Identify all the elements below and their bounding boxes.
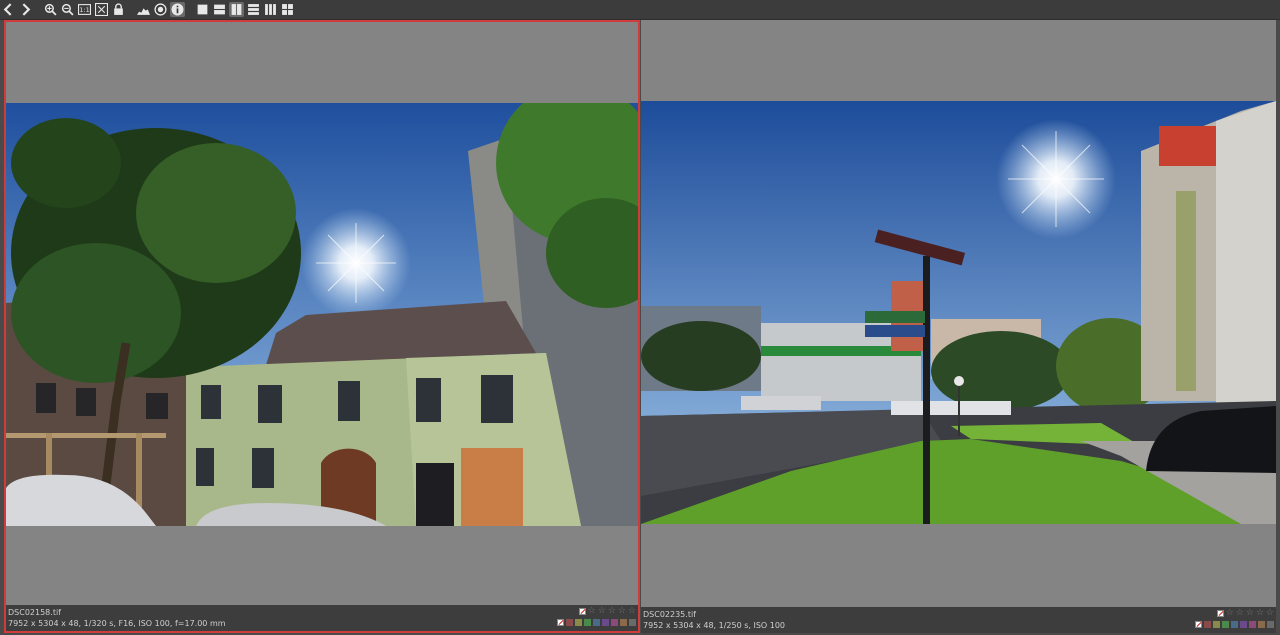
color-label-swatch[interactable] <box>602 619 609 626</box>
star-icon[interactable]: ☆ <box>1226 609 1234 618</box>
color-label-swatch[interactable] <box>620 619 627 626</box>
star-icon[interactable]: ☆ <box>1256 609 1264 618</box>
focus-icon[interactable] <box>153 2 168 17</box>
color-label-swatch[interactable] <box>629 619 636 626</box>
reject-label-icon[interactable] <box>557 619 564 626</box>
photo-street-trees[interactable] <box>6 103 638 526</box>
layout-two-columns-icon[interactable] <box>229 2 244 17</box>
filename: DSC02235.tif <box>643 610 696 619</box>
zoom-in-icon[interactable] <box>43 2 58 17</box>
layout-two-rows-icon[interactable] <box>212 2 227 17</box>
info-icon[interactable] <box>170 2 185 17</box>
reject-icon[interactable] <box>1216 610 1224 617</box>
photo-street-sign[interactable] <box>641 101 1276 524</box>
color-label-swatch[interactable] <box>566 619 573 626</box>
color-label-swatch[interactable] <box>1222 621 1229 628</box>
toolbar: 1:1 <box>0 0 1280 20</box>
layout-single-icon[interactable] <box>195 2 210 17</box>
layout-three-columns-icon[interactable] <box>263 2 278 17</box>
next-icon[interactable] <box>18 2 33 17</box>
star-icon[interactable]: ☆ <box>618 607 626 616</box>
color-label-swatch[interactable] <box>575 619 582 626</box>
zoom-fit-icon[interactable] <box>94 2 109 17</box>
image-info-bar: DSC02235.tif 7952 x 5304 x 48, 1/250 s, … <box>641 607 1276 633</box>
image-pane-right[interactable]: DSC02235.tif 7952 x 5304 x 48, 1/250 s, … <box>641 20 1276 633</box>
color-label-swatch[interactable] <box>1267 621 1274 628</box>
color-label-swatch[interactable] <box>1204 621 1211 628</box>
star-icon[interactable]: ☆ <box>1236 609 1244 618</box>
star-icon[interactable]: ☆ <box>588 607 596 616</box>
zoom-100-icon[interactable]: 1:1 <box>77 2 92 17</box>
color-label-swatch[interactable] <box>584 619 591 626</box>
color-label-swatch[interactable] <box>593 619 600 626</box>
reject-label-icon[interactable] <box>1195 621 1202 628</box>
color-label-swatch[interactable] <box>1249 621 1256 628</box>
star-icon[interactable]: ☆ <box>598 607 606 616</box>
rating[interactable]: ☆ ☆ ☆ ☆ ☆ <box>578 607 636 616</box>
star-icon[interactable]: ☆ <box>1246 609 1254 618</box>
rating[interactable]: ☆ ☆ ☆ ☆ ☆ <box>1216 609 1274 618</box>
exif-meta: 7952 x 5304 x 48, 1/250 s, ISO 100 <box>643 621 786 630</box>
zoom-out-icon[interactable] <box>60 2 75 17</box>
star-icon[interactable]: ☆ <box>608 607 616 616</box>
exif-meta: 7952 x 5304 x 48, 1/320 s, F16, ISO 100,… <box>8 619 226 628</box>
color-label-swatch[interactable] <box>1213 621 1220 628</box>
color-labels[interactable] <box>1195 621 1274 628</box>
star-icon[interactable]: ☆ <box>1266 609 1274 618</box>
svg-text:1:1: 1:1 <box>79 6 89 14</box>
color-label-swatch[interactable] <box>1240 621 1247 628</box>
layout-three-rows-icon[interactable] <box>246 2 261 17</box>
histogram-icon[interactable] <box>136 2 151 17</box>
color-label-swatch[interactable] <box>611 619 618 626</box>
color-labels[interactable] <box>557 619 636 626</box>
filename: DSC02158.tif <box>8 608 61 617</box>
prev-icon[interactable] <box>1 2 16 17</box>
color-label-swatch[interactable] <box>1231 621 1238 628</box>
lock-icon[interactable] <box>111 2 126 17</box>
image-pane-left[interactable]: DSC02158.tif 7952 x 5304 x 48, 1/320 s, … <box>4 20 640 633</box>
reject-icon[interactable] <box>578 608 586 615</box>
layout-grid-icon[interactable] <box>280 2 295 17</box>
color-label-swatch[interactable] <box>1258 621 1265 628</box>
star-icon[interactable]: ☆ <box>628 607 636 616</box>
image-info-bar: DSC02158.tif 7952 x 5304 x 48, 1/320 s, … <box>6 605 638 631</box>
